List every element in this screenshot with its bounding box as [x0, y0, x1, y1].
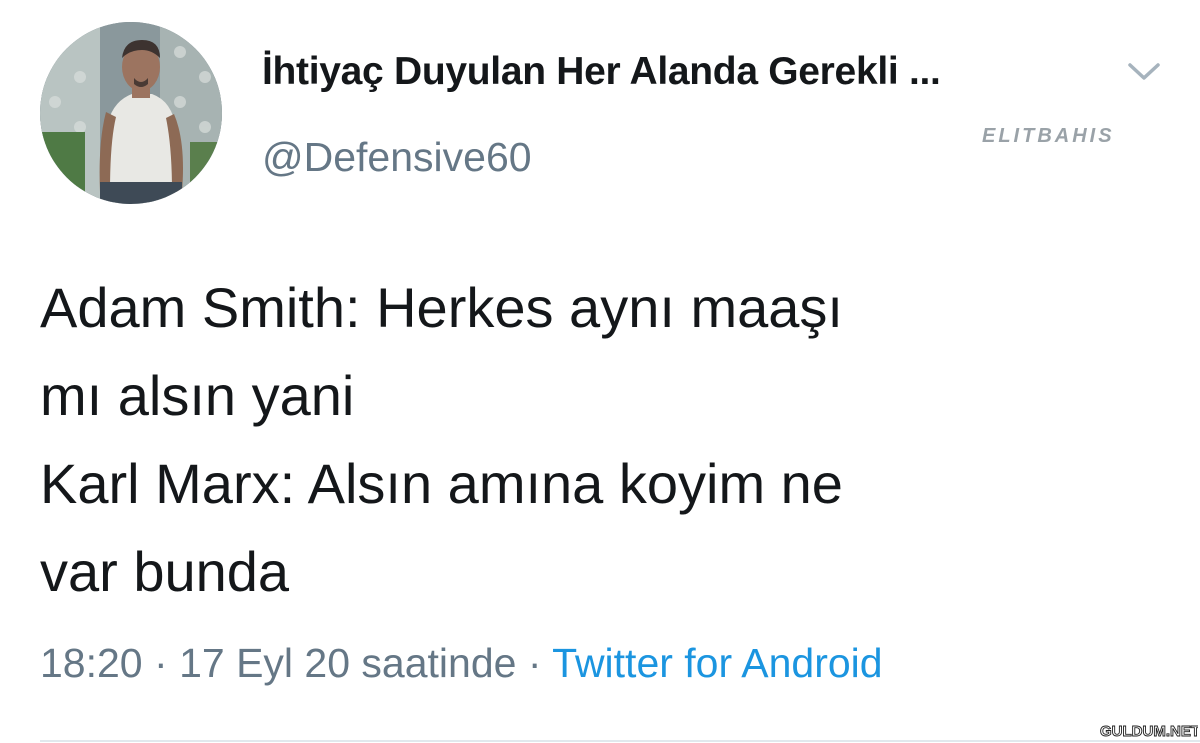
- elitbahis-watermark: ELITBAHIS: [982, 125, 1115, 147]
- avatar[interactable]: [40, 22, 222, 204]
- tweet-date[interactable]: 17 Eyl 20 saatinde: [179, 640, 516, 686]
- username[interactable]: @Defensive60: [262, 134, 532, 181]
- tweet-time[interactable]: 18:20: [40, 640, 143, 686]
- tweet-text: Adam Smith: Herkes aynı maaşı mı alsın y…: [40, 264, 1150, 616]
- divider: [40, 740, 1200, 742]
- tweet-source-link[interactable]: Twitter for Android: [552, 640, 882, 686]
- tweet-line: Karl Marx: Alsın amına koyim ne: [40, 452, 843, 515]
- meta-separator: ·: [527, 640, 542, 686]
- display-name[interactable]: İhtiyaç Duyulan Her Alanda Gerekli ...: [262, 50, 941, 94]
- meta-separator: ·: [154, 640, 168, 686]
- watermark-top-text: ELITBAHIS: [982, 125, 1115, 147]
- guldum-watermark: GULDUM.NET: [1100, 723, 1198, 741]
- tweet-meta: 18:20 · 17 Eyl 20 saatinde · Twitter for…: [40, 640, 883, 687]
- watermark-bottom-text: GULDUM.NET: [1100, 723, 1198, 740]
- tweet-line: mı alsın yani: [40, 364, 355, 427]
- tweet-line: var bunda: [40, 540, 290, 603]
- chevron-down-icon[interactable]: [1124, 56, 1164, 86]
- profile-photo-icon: [40, 22, 222, 204]
- tweet-line: Adam Smith: Herkes aynı maaşı: [40, 276, 843, 339]
